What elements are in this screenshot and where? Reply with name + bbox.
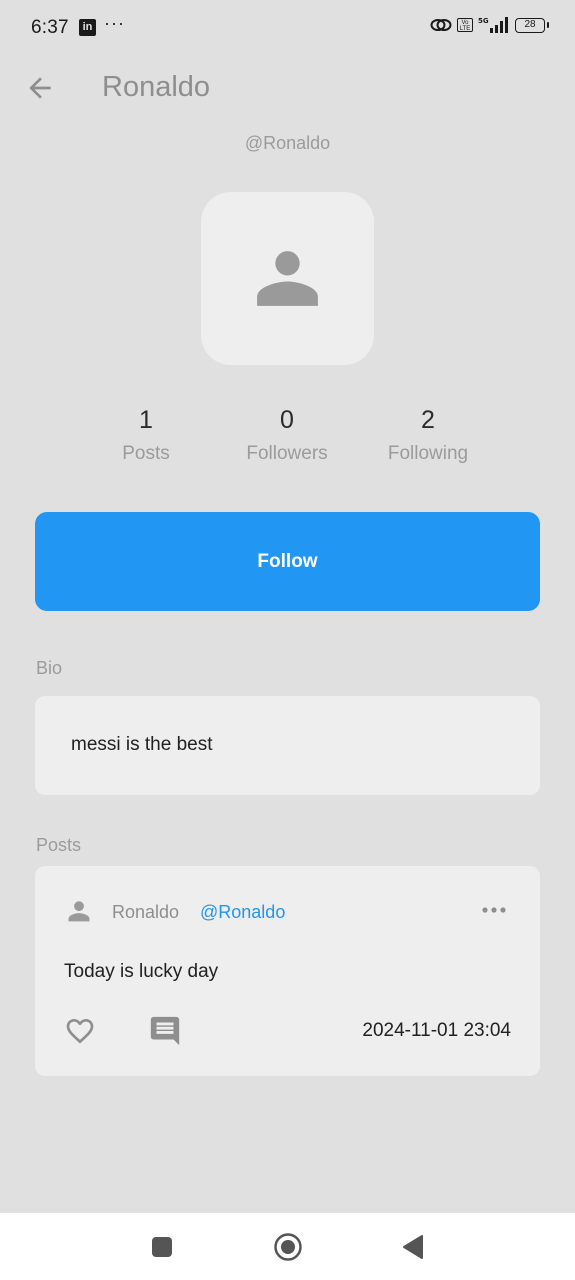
stat-posts[interactable]: 1 Posts (86, 405, 206, 465)
battery-level: 28 (524, 18, 536, 30)
stat-posts-label: Posts (122, 443, 170, 464)
heart-icon[interactable] (64, 1015, 96, 1047)
back-triangle-icon[interactable] (401, 1234, 425, 1260)
avatar (201, 192, 374, 365)
home-icon[interactable] (273, 1232, 303, 1262)
bio-text: messi is the best (71, 734, 213, 755)
bio-heading: Bio (36, 658, 63, 678)
stat-following-label: Following (387, 443, 469, 464)
posts-heading: Posts (36, 835, 82, 855)
battery-icon: 28 (515, 17, 549, 33)
post-body: Today is lucky day (64, 961, 219, 982)
stat-followers[interactable]: 0 Followers (227, 405, 347, 465)
network-type: 5G (478, 17, 489, 25)
more-notifications-icon: ··· (104, 13, 125, 33)
stat-followers-label: Followers (246, 443, 328, 464)
post-author[interactable]: Ronaldo (112, 902, 179, 923)
stat-following-value: 2 (421, 406, 435, 434)
stat-followers-value: 0 (280, 406, 294, 434)
post-handle[interactable]: @Ronaldo (200, 902, 285, 923)
person-icon (257, 251, 318, 306)
recents-icon[interactable] (152, 1237, 172, 1257)
system-nav-bar (0, 1213, 575, 1280)
comment-icon[interactable] (148, 1014, 182, 1048)
page-title: Ronaldo (102, 71, 211, 103)
person-icon (68, 901, 90, 922)
linkedin-icon: in (79, 19, 96, 36)
link-icon (430, 19, 452, 31)
stat-posts-value: 1 (139, 406, 153, 434)
post-date: 2024-11-01 23:04 (362, 1020, 511, 1041)
status-time: 6:37 (31, 17, 69, 38)
status-icons: Vo LTE 5G 28 (430, 16, 549, 34)
volte-icon: Vo LTE (457, 18, 473, 32)
stat-following[interactable]: 2 Following (368, 405, 488, 465)
follow-button[interactable]: Follow (35, 512, 540, 611)
more-options-icon[interactable] (480, 903, 508, 917)
profile-handle: @Ronaldo (244, 133, 331, 153)
bio-card: messi is the best (35, 696, 540, 795)
signal-icon: 5G (478, 17, 508, 33)
arrow-left-icon[interactable] (24, 72, 56, 104)
post-card[interactable]: Ronaldo @Ronaldo Today is lucky day 2024… (35, 866, 540, 1076)
